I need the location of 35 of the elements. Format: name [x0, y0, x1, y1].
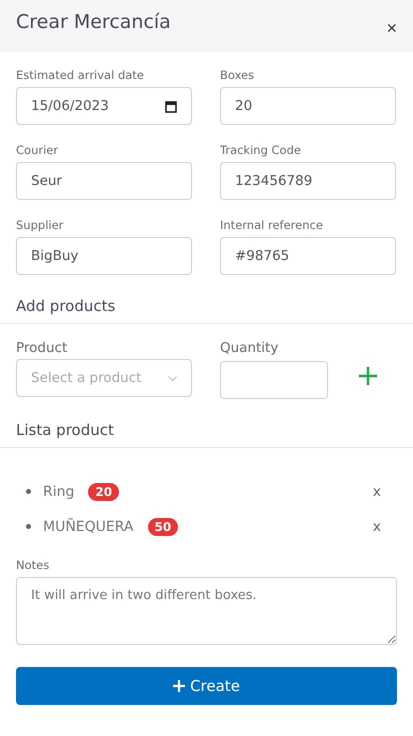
- bullet-icon: [26, 524, 31, 529]
- product-name: MUÑEQUERA: [43, 518, 134, 534]
- text-field[interactable]: Seur: [16, 162, 192, 200]
- add-button[interactable]: [356, 364, 380, 388]
- field-label: Courier: [16, 143, 60, 157]
- bullet-icon: [26, 489, 31, 494]
- plus-icon: [173, 680, 186, 692]
- quantity-badge: 50: [148, 518, 178, 536]
- chevron-down-icon: [168, 376, 177, 380]
- quantity-badge: 20: [88, 482, 120, 500]
- text-field[interactable]: BigBuy: [16, 237, 192, 275]
- create-button[interactable]: Create: [16, 667, 397, 705]
- product-name: Ring: [43, 484, 74, 500]
- plus-icon: [358, 366, 378, 386]
- remove-button[interactable]: x: [366, 484, 387, 500]
- text-field[interactable]: #98765: [220, 237, 396, 275]
- dialog-title: Crear Mercancía: [16, 11, 171, 35]
- calendar-icon: [165, 100, 177, 112]
- field-label: Quantity: [220, 340, 280, 356]
- text-field[interactable]: 123456789: [220, 162, 396, 200]
- field-label: Tracking Code: [220, 143, 302, 157]
- field-label: Notes: [16, 558, 50, 572]
- field-label: Product: [16, 340, 68, 356]
- field-label: Boxes: [220, 68, 256, 82]
- date-field[interactable]: 15/06/2023: [16, 87, 192, 125]
- notes-field[interactable]: It will arrive in two different boxes.: [16, 577, 397, 645]
- text-field[interactable]: 20: [220, 87, 396, 125]
- field-label: Estimated arrival date: [16, 68, 145, 82]
- section-heading: Lista product: [0, 411, 413, 448]
- field-label: Supplier: [16, 218, 64, 232]
- field-label: Internal reference: [220, 218, 324, 232]
- section-heading: Add products: [0, 287, 413, 324]
- remove-button[interactable]: x: [366, 518, 387, 534]
- quantity-field[interactable]: [220, 361, 328, 399]
- close-button[interactable]: ×: [384, 18, 399, 38]
